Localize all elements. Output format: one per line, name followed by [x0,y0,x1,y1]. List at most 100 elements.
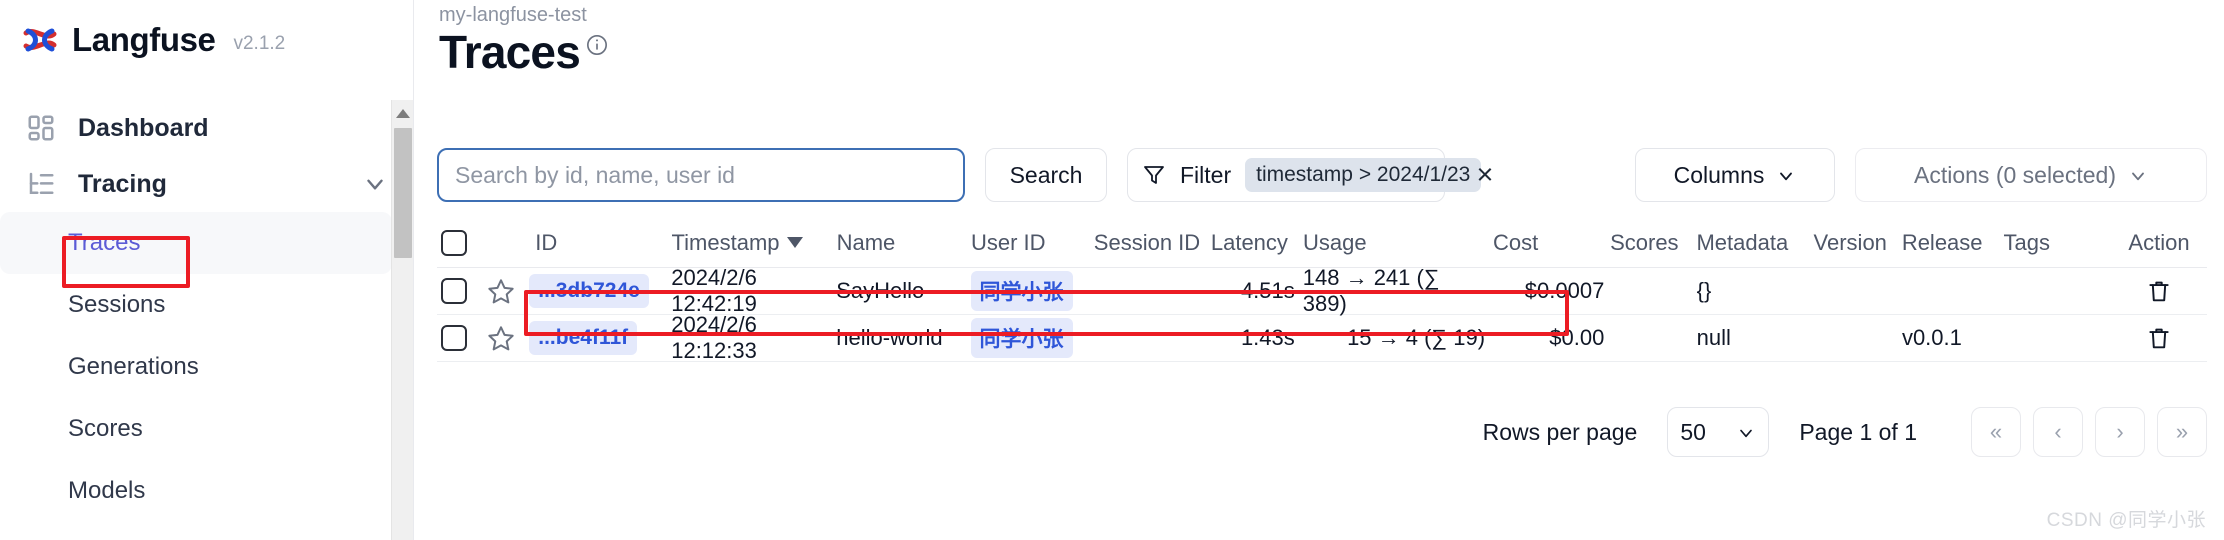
select-all-checkbox-cell [437,230,487,256]
row-id-cell[interactable]: ...3db724e [529,274,671,308]
brand[interactable]: Langfuse v2.1.2 [22,18,285,62]
sidebar-item-scores[interactable]: Scores [0,398,414,460]
search-button[interactable]: Search [985,148,1107,202]
column-header-id[interactable]: ID [529,230,671,256]
brand-name: Langfuse [72,21,215,59]
sidebar-item-tracing[interactable]: Tracing [0,156,414,212]
sidebar-item-sessions[interactable]: Sessions [0,274,414,336]
table-row[interactable]: ...3db724e 2024/2/6 12:42:19 SayHello 同学… [437,268,2207,315]
row-action-cell [2111,324,2207,352]
sidebar-item-generations[interactable]: Generations [0,336,414,398]
user-id-pill[interactable]: 同学小张 [971,318,1073,358]
column-header-version[interactable]: Version [1814,230,1902,256]
trash-icon[interactable] [2146,277,2172,305]
column-header-tags[interactable]: Tags [2004,230,2111,256]
scrollbar-thumb[interactable] [394,128,412,258]
sidebar-item-label: Tracing [78,170,340,199]
column-header-user-id[interactable]: User ID [971,230,1094,256]
rows-per-page-label: Rows per page [1483,419,1638,446]
chevron-down-icon[interactable] [362,171,388,197]
search-button-label: Search [1010,162,1083,189]
langfuse-knot-logo-icon [22,24,58,56]
last-page-button[interactable]: » [2157,407,2207,457]
filter-label: Filter [1180,162,1231,189]
table-header-row: ID Timestamp Name User ID Session ID Lat… [437,218,2207,268]
sidebar-item-traces[interactable]: Traces [0,212,392,274]
sidebar-subitem-label: Models [68,477,145,505]
row-usage: 15 → 4 (∑ 19) [1303,325,1493,351]
search-input[interactable] [437,148,965,202]
columns-button-label: Columns [1674,162,1765,189]
columns-button[interactable]: Columns [1635,148,1835,202]
table-body: ...3db724e 2024/2/6 12:42:19 SayHello 同学… [437,268,2207,362]
prev-page-button[interactable]: ‹ [2033,407,2083,457]
sidebar-subitem-label: Scores [68,415,143,443]
row-usage: 148 → 241 (∑ 389) [1303,265,1493,317]
sort-desc-icon [787,237,803,248]
actions-button[interactable]: Actions (0 selected) [1855,148,2207,202]
page-title-wrap: Traces [439,28,608,76]
trash-icon[interactable] [2146,324,2172,352]
row-user-cell: 同学小张 [971,318,1094,358]
column-header-timestamp[interactable]: Timestamp [672,230,837,256]
column-header-cost[interactable]: Cost [1493,230,1610,256]
next-page-button[interactable]: › [2095,407,2145,457]
column-header-release[interactable]: Release [1902,230,2004,256]
chevron-down-icon [1736,422,1756,442]
sidebar-nav: Dashboard Tracing [0,100,414,522]
table-row[interactable]: ...be4f11f 2024/2/6 12:12:33 hello-world… [437,315,2207,362]
close-icon: × [1477,159,1494,192]
row-select-checkbox[interactable] [441,278,467,304]
scroll-up-arrow-icon[interactable] [396,109,410,118]
actions-button-label: Actions (0 selected) [1914,162,2116,189]
row-favorite-cell [487,277,529,305]
row-checkbox-cell [437,325,487,351]
clear-filter-button[interactable]: × [1461,148,1509,202]
filter-chip[interactable]: timestamp > 2024/1/23 [1245,158,1481,192]
traces-table: ID Timestamp Name User ID Session ID Lat… [437,218,2207,362]
column-header-name[interactable]: Name [837,230,971,256]
filter-button[interactable]: Filter timestamp > 2024/1/23 [1127,148,1445,202]
grid-icon [26,113,56,143]
star-icon[interactable] [487,324,515,352]
breadcrumb[interactable]: my-langfuse-test [439,4,587,27]
column-header-latency[interactable]: Latency [1211,230,1303,256]
select-all-checkbox[interactable] [441,230,467,256]
column-header-metadata[interactable]: Metadata [1696,230,1813,256]
column-header-session-id[interactable]: Session ID [1094,230,1211,256]
pagination-controls: « ‹ › » [1971,407,2207,457]
row-name: SayHello [836,278,970,304]
row-favorite-cell [487,324,529,352]
sidebar-item-label: Dashboard [78,114,388,143]
watermark: CSDN @同学小张 [2047,505,2206,532]
trace-id-pill[interactable]: ...3db724e [529,274,649,308]
user-id-pill[interactable]: 同学小张 [971,271,1073,311]
info-circle-icon[interactable] [586,34,608,56]
sidebar-item-models[interactable]: Models [0,460,414,522]
sidebar-scrollbar[interactable] [391,100,413,540]
star-icon[interactable] [487,277,515,305]
row-cost: $0.0007 [1493,278,1610,304]
row-latency: 4.51s [1210,278,1302,304]
sidebar-subitem-label: Sessions [68,291,165,319]
row-select-checkbox[interactable] [441,325,467,351]
brand-version: v2.1.2 [233,33,285,55]
first-page-button[interactable]: « [1971,407,2021,457]
sidebar-item-dashboard[interactable]: Dashboard [0,100,414,156]
trace-id-pill[interactable]: ...be4f11f [529,321,637,355]
row-action-cell [2111,277,2207,305]
main-content: my-langfuse-test Traces Search [415,0,2224,540]
column-header-scores[interactable]: Scores [1610,230,1696,256]
page-title: Traces [439,28,580,76]
row-id-cell[interactable]: ...be4f11f [529,321,671,355]
rows-per-page-select[interactable]: 50 [1667,407,1769,457]
sidebar: Langfuse v2.1.2 Dashboard [0,0,414,540]
row-user-cell: 同学小张 [971,271,1094,311]
row-cost: $0.00 [1493,325,1610,351]
row-timestamp: 2024/2/6 12:42:19 [671,265,836,317]
column-header-usage[interactable]: Usage [1303,230,1493,256]
row-checkbox-cell [437,278,487,304]
chevron-down-icon [2128,165,2148,185]
column-header-timestamp-label: Timestamp [672,230,780,256]
table-footer: Rows per page 50 Page 1 of 1 « ‹ › » [437,404,2207,460]
